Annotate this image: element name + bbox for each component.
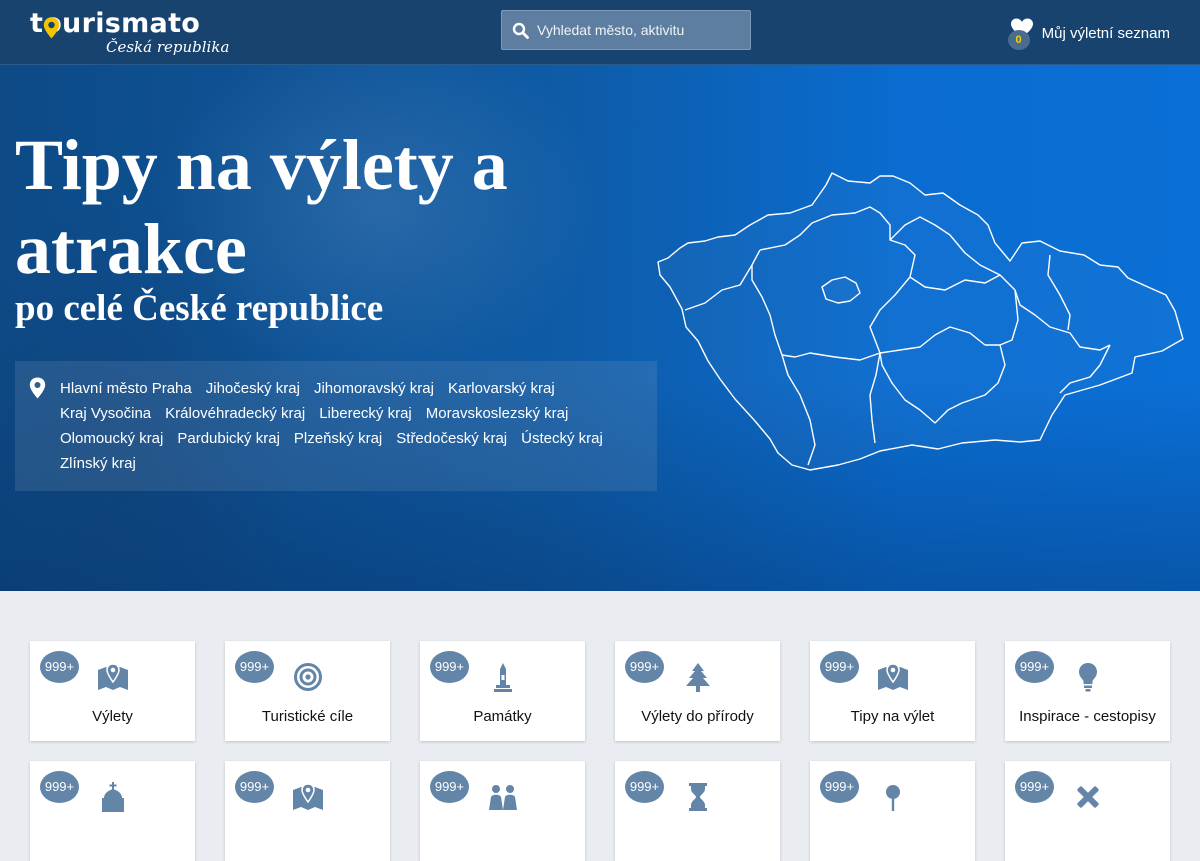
category-count-badge: 999+ bbox=[235, 651, 274, 683]
category-count-badge: 999+ bbox=[40, 651, 79, 683]
category-card-tipy-na-vylet[interactable]: 999+ Tipy na výlet bbox=[810, 641, 975, 741]
hero-title: Tipy na výlety a atrakce bbox=[15, 125, 508, 289]
target-icon bbox=[294, 663, 322, 691]
category-label: Tipy na výlet bbox=[850, 708, 935, 725]
logo-pin-icon bbox=[43, 17, 60, 39]
category-label: Výlety do přírody bbox=[641, 708, 754, 725]
category-count-badge: 999+ bbox=[430, 771, 469, 803]
hero-section: Tipy na výlety a atrakce po celé České r… bbox=[0, 65, 1200, 591]
category-card-inspirace-cestopisy[interactable]: 999+ Inspirace - cestopisy bbox=[1005, 641, 1170, 741]
category-grid: 999+ Výlety 999+ Turistické cíle 999+ Pa… bbox=[30, 641, 1170, 861]
search-input[interactable] bbox=[537, 11, 747, 49]
church-icon bbox=[102, 782, 124, 812]
category-card-vylety[interactable]: 999+ Výlety bbox=[30, 641, 195, 741]
category-count-badge: 999+ bbox=[625, 651, 664, 683]
hero-subtitle: po celé České republice bbox=[15, 288, 384, 329]
category-count-badge: 999+ bbox=[235, 771, 274, 803]
category-count-badge: 999+ bbox=[820, 771, 859, 803]
logo-subtitle: Česká republika bbox=[106, 38, 230, 56]
category-card-vylety-do-prirody[interactable]: 999+ Výlety do přírody bbox=[615, 641, 780, 741]
trip-list-button[interactable]: 0 Můj výletní seznam bbox=[1007, 18, 1170, 50]
category-count-badge: 999+ bbox=[625, 771, 664, 803]
region-link-karlovarsky[interactable]: Karlovarský kraj bbox=[448, 376, 555, 401]
region-link-jihomoravsky[interactable]: Jihomoravský kraj bbox=[314, 376, 434, 401]
category-label: Turistické cíle bbox=[261, 708, 354, 725]
region-link-olomoucky[interactable]: Olomoucký kraj bbox=[60, 426, 163, 451]
location-pin-icon bbox=[29, 377, 46, 399]
site-header: tourismato Česká republika 0 Můj výletní… bbox=[0, 0, 1200, 65]
region-link-plzensky[interactable]: Plzeňský kraj bbox=[294, 426, 382, 451]
tools-icon bbox=[1077, 786, 1099, 808]
category-card-8[interactable]: 999+ bbox=[225, 761, 390, 861]
region-link-ustecky[interactable]: Ústecký kraj bbox=[521, 426, 603, 451]
category-label: Inspirace - cestopisy bbox=[1019, 708, 1156, 725]
region-link-praha[interactable]: Hlavní město Praha bbox=[60, 376, 192, 401]
region-link-vysocina[interactable]: Kraj Vysočina bbox=[60, 401, 151, 426]
region-link-zlinsky[interactable]: Zlínský kraj bbox=[60, 451, 136, 476]
category-card-10[interactable]: 999+ bbox=[615, 761, 780, 861]
trip-count-badge: 0 bbox=[1007, 30, 1030, 50]
trip-list-label: Můj výletní seznam bbox=[1041, 24, 1170, 42]
region-link-pardubicky[interactable]: Pardubický kraj bbox=[177, 426, 280, 451]
category-count-badge: 999+ bbox=[1015, 771, 1054, 803]
czech-regions-map[interactable] bbox=[650, 165, 1190, 475]
region-link-liberecky[interactable]: Liberecký kraj bbox=[319, 401, 412, 426]
category-card-11[interactable]: 999+ bbox=[810, 761, 975, 861]
category-count-badge: 999+ bbox=[40, 771, 79, 803]
pin-icon bbox=[886, 785, 900, 811]
category-count-badge: 999+ bbox=[1015, 651, 1054, 683]
category-label: Výlety bbox=[92, 708, 133, 725]
search-icon[interactable] bbox=[512, 22, 529, 39]
search-box[interactable] bbox=[501, 10, 751, 50]
category-card-turisticke-cile[interactable]: 999+ Turistické cíle bbox=[225, 641, 390, 741]
map-pin-icon bbox=[98, 663, 128, 690]
map-pin-icon bbox=[878, 663, 908, 690]
category-card-12[interactable]: 999+ bbox=[1005, 761, 1170, 861]
category-label: Památky bbox=[473, 708, 532, 725]
category-count-badge: 999+ bbox=[820, 651, 859, 683]
trip-list-heart: 0 bbox=[1007, 18, 1034, 50]
family-icon bbox=[489, 785, 517, 810]
site-logo[interactable]: tourismato Česká republika bbox=[30, 8, 230, 60]
region-link-stredocesky[interactable]: Středočeský kraj bbox=[396, 426, 507, 451]
category-card-7[interactable]: 999+ bbox=[30, 761, 195, 861]
category-count-badge: 999+ bbox=[430, 651, 469, 683]
category-card-pamatky[interactable]: 999+ Památky bbox=[420, 641, 585, 741]
hourglass-icon bbox=[689, 783, 707, 811]
region-links: Hlavní město Praha Jihočeský kraj Jihomo… bbox=[60, 376, 640, 476]
lightbulb-icon bbox=[1079, 663, 1097, 692]
tree-icon bbox=[686, 663, 710, 692]
region-link-jihocesky[interactable]: Jihočeský kraj bbox=[206, 376, 300, 401]
map-pin-icon bbox=[293, 783, 323, 810]
region-list-box: Hlavní město Praha Jihočeský kraj Jihomo… bbox=[15, 361, 657, 491]
region-link-kralovehradecky[interactable]: Královéhradecký kraj bbox=[165, 401, 305, 426]
region-link-moravskoslezsky[interactable]: Moravskoslezský kraj bbox=[426, 401, 569, 426]
category-card-9[interactable]: 999+ bbox=[420, 761, 585, 861]
monument-icon bbox=[494, 663, 512, 692]
